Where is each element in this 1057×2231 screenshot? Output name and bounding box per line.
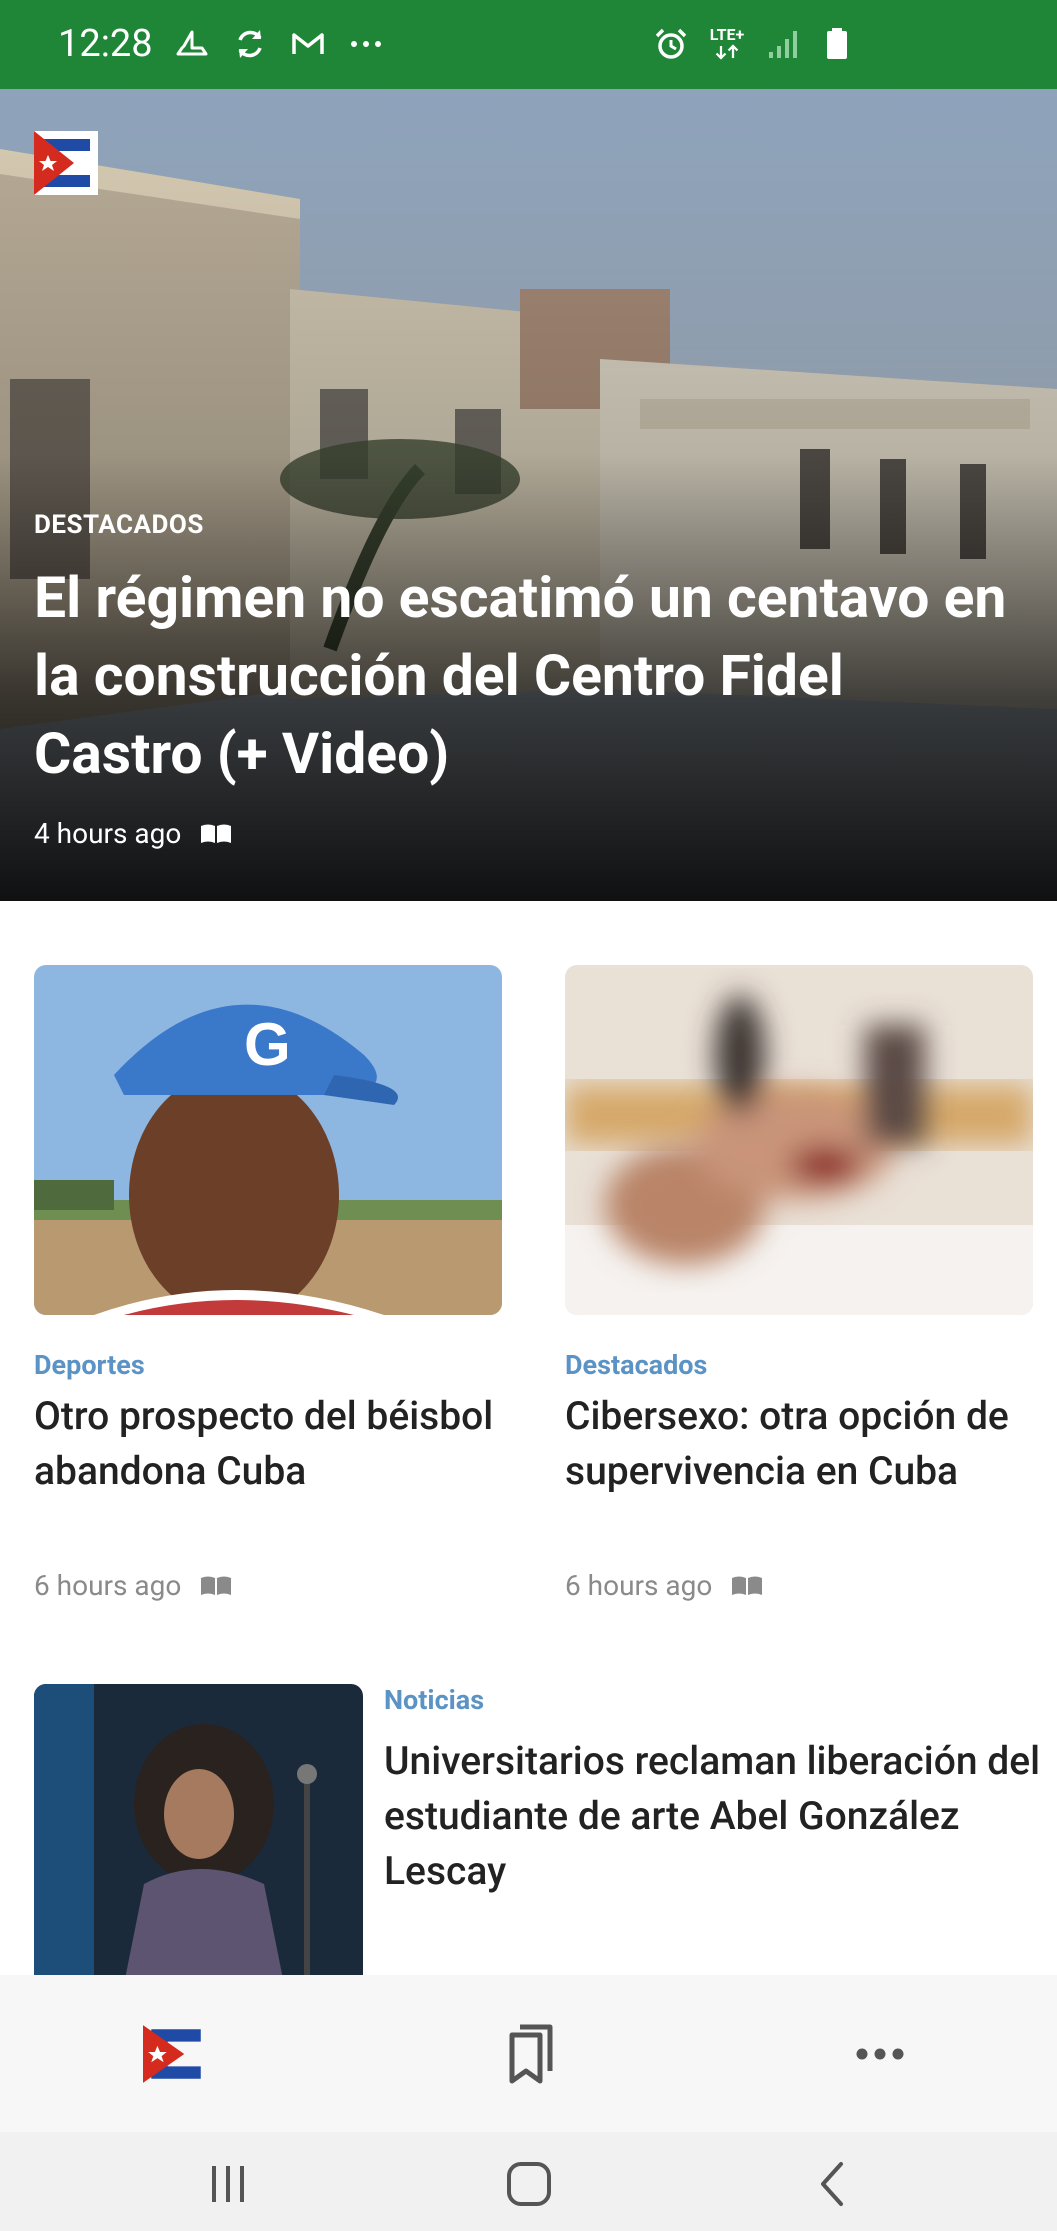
article-title[interactable]: Cibersexo: otra opción de supervivencia … [565,1389,1033,1499]
article-image-blurred [565,965,1033,1315]
cibercuba-logo-icon [34,131,98,195]
signal-icon [763,24,803,64]
hero-meta: 4 hours ago [34,817,233,850]
status-system-icons: LTE+ [651,24,857,64]
article-title[interactable]: Universitarios reclaman liberación del e… [384,1734,1057,1899]
list-item[interactable]: Noticias Universitarios reclaman liberac… [34,1684,1040,1984]
tab-home[interactable] [0,1975,352,2132]
article-image-baseball: G [34,965,502,1315]
hero-title[interactable]: El régimen no escatimó un centavo en la … [34,559,1024,793]
status-bar: 12:28 LTE+ [0,0,1057,89]
svg-text:G: G [244,1011,291,1078]
article-title[interactable]: Otro prospecto del béisbol abandona Cuba [34,1389,502,1499]
sync-icon [230,24,270,64]
alarm-icon [651,24,691,64]
article-category[interactable]: Deportes [34,1349,145,1381]
more-horizontal-icon [856,2048,904,2059]
read-book-icon [201,1576,232,1595]
tab-more[interactable] [704,1975,1056,2132]
hero-category[interactable]: DESTACADOS [34,510,204,540]
lte-icon: LTE+ [705,24,749,64]
article-image-student [34,1684,363,1984]
back-button[interactable] [788,2154,878,2214]
system-nav-bar [0,2132,1057,2231]
article-time: 6 hours ago [565,1569,713,1602]
home-icon [507,2162,551,2206]
hero-article[interactable]: DESTACADOS El régimen no escatimó un cen… [0,89,1057,901]
bookmarks-icon [509,2024,553,2083]
recents-icon [212,2166,244,2202]
read-book-icon [732,1576,763,1595]
back-icon [821,2162,843,2206]
gmail-icon [288,24,328,64]
read-book-icon [201,824,232,843]
hero-time: 4 hours ago [34,817,182,850]
article-meta: 6 hours ago [565,1569,764,1602]
home-logo-icon [143,2024,201,2083]
status-notification-icons [172,24,386,64]
recents-button[interactable] [183,2154,273,2214]
tab-bookmarks[interactable] [352,1975,704,2132]
battery-icon [817,24,857,64]
article-time: 6 hours ago [34,1569,182,1602]
boat-icon [172,24,212,64]
article-meta: 6 hours ago [34,1569,233,1602]
more-dots-icon [346,24,386,64]
article-category[interactable]: Noticias [384,1684,484,1716]
status-time: 12:28 [58,22,153,66]
home-button[interactable] [484,2154,574,2214]
article-category[interactable]: Destacados [565,1349,707,1381]
bottom-tab-bar [0,1975,1057,2132]
